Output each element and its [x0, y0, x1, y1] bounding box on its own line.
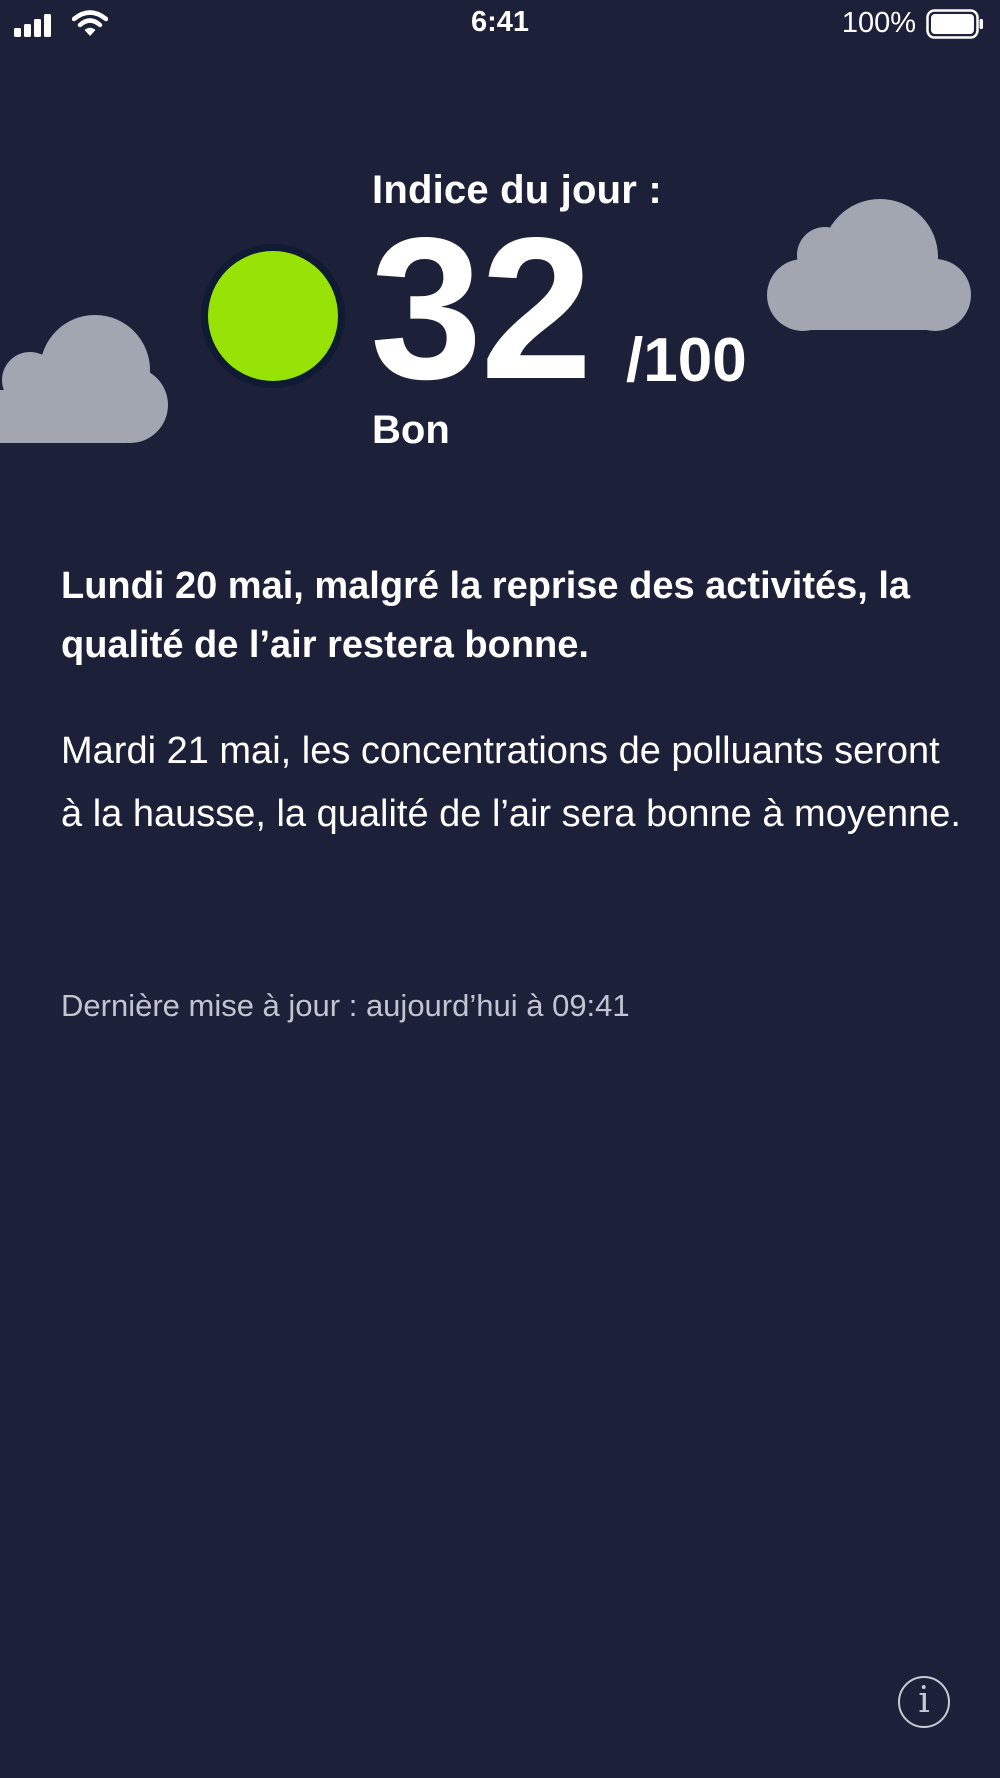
index-value: 32	[370, 195, 593, 421]
summary-headline: Lundi 20 mai, malgré la reprise des acti…	[61, 565, 911, 666]
quality-label: Bon	[372, 408, 450, 452]
cloud-right-icon	[767, 199, 971, 331]
forecast-text: Mardi 21 mai, les concentrations de poll…	[61, 730, 961, 835]
battery-percentage: 100%	[841, 7, 916, 39]
battery-icon	[926, 9, 983, 39]
air-quality-color-dot	[208, 251, 338, 381]
cloud-left-icon	[0, 315, 168, 443]
last-updated-text: Dernière mise à jour : aujourd’hui à 09:…	[61, 988, 630, 1023]
info-icon: i	[918, 1680, 930, 1721]
index-max: /100	[626, 326, 747, 395]
air-quality-indicator-icon	[201, 244, 345, 388]
info-button[interactable]: i	[898, 1676, 950, 1728]
status-bar: 6:41 100%	[0, 0, 1000, 50]
